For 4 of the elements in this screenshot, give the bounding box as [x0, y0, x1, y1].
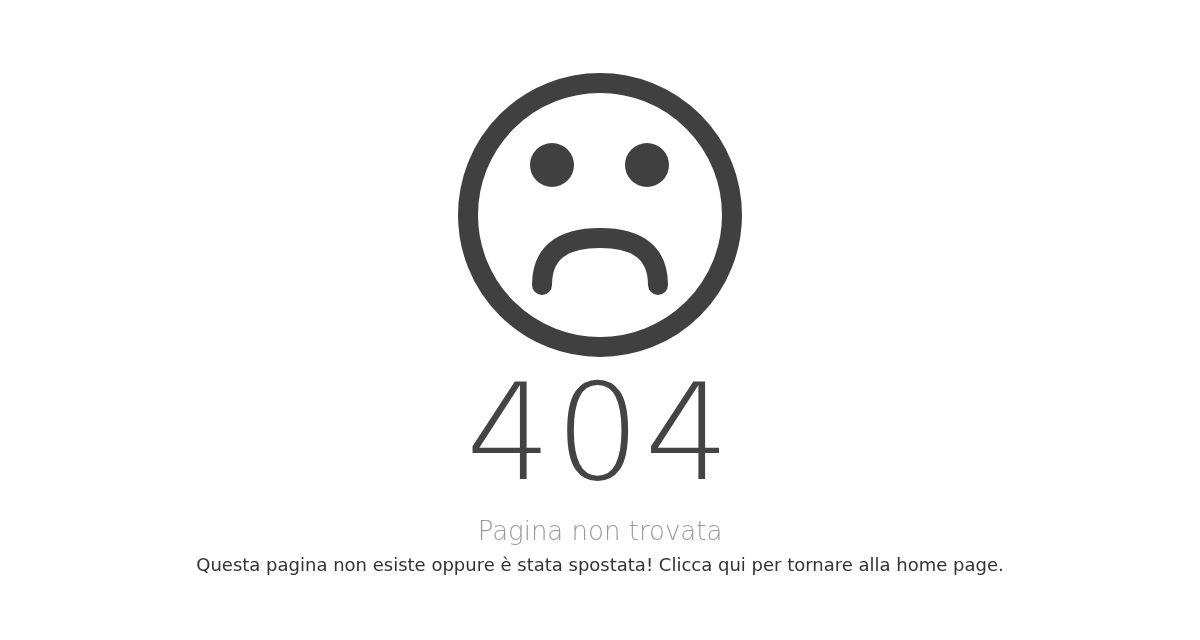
error-message: Questa pagina non esiste oppure è stata spostata! Clicca qui per tornare alla home page.: [196, 554, 1004, 577]
sad-face-icon: [457, 72, 743, 358]
error-title: Pagina non trovata: [477, 518, 723, 544]
error-code: 404: [466, 366, 734, 500]
